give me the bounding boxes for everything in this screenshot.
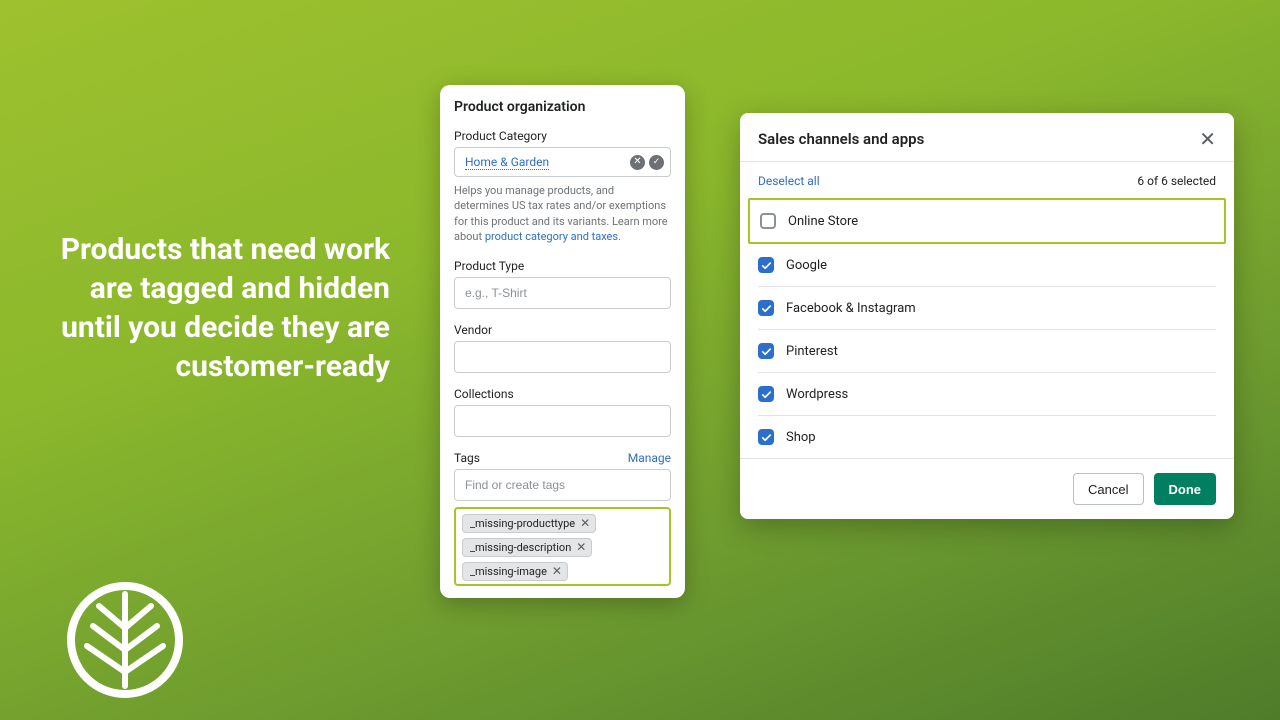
help-link[interactable]: product category and taxes <box>485 230 618 243</box>
checkbox-checked-icon[interactable] <box>758 257 774 273</box>
confirm-category-icon[interactable]: ✓ <box>649 155 664 170</box>
product-category-label: Product Category <box>454 129 671 143</box>
brand-logo-icon <box>65 580 185 700</box>
checkbox-checked-icon[interactable] <box>758 386 774 402</box>
modal-title: Sales channels and apps <box>758 130 924 148</box>
done-button[interactable]: Done <box>1154 473 1217 505</box>
channel-label: Pinterest <box>786 344 838 359</box>
channel-row[interactable]: Google <box>758 244 1216 287</box>
channel-label: Wordpress <box>786 387 848 402</box>
channel-row[interactable]: Facebook & Instagram <box>758 287 1216 330</box>
cancel-button[interactable]: Cancel <box>1073 473 1143 505</box>
category-help-text: Helps you manage products, and determine… <box>454 183 671 245</box>
selection-count: 6 of 6 selected <box>1137 174 1216 188</box>
vendor-label: Vendor <box>454 323 671 337</box>
tag-chip: _missing-image ✕ <box>462 562 568 581</box>
deselect-all-link[interactable]: Deselect all <box>758 174 820 188</box>
product-category-input[interactable]: Home & Garden ✕ ✓ <box>454 147 671 177</box>
checkbox-checked-icon[interactable] <box>758 429 774 445</box>
collections-input[interactable] <box>454 405 671 437</box>
product-type-input[interactable] <box>454 277 671 309</box>
clear-category-icon[interactable]: ✕ <box>630 155 645 170</box>
remove-tag-icon[interactable]: ✕ <box>552 565 562 577</box>
sales-channels-modal: Sales channels and apps ✕ Deselect all 6… <box>740 113 1234 519</box>
tag-chip: _missing-description ✕ <box>462 538 592 557</box>
marketing-slide: Products that need work are tagged and h… <box>0 0 1280 720</box>
checkbox-checked-icon[interactable] <box>758 343 774 359</box>
tag-label: _missing-producttype <box>470 517 575 530</box>
headline-text: Products that need work are tagged and h… <box>30 230 390 386</box>
tag-chip: _missing-producttype ✕ <box>462 514 596 533</box>
channel-row[interactable]: Wordpress <box>758 373 1216 416</box>
checkbox-empty-icon[interactable] <box>760 213 776 229</box>
channel-label: Google <box>786 258 827 273</box>
channel-label: Facebook & Instagram <box>786 301 916 316</box>
checkbox-checked-icon[interactable] <box>758 300 774 316</box>
tags-highlight-box: _missing-producttype✕_missing-descriptio… <box>454 507 671 586</box>
remove-tag-icon[interactable]: ✕ <box>576 541 586 553</box>
remove-tag-icon[interactable]: ✕ <box>580 517 590 529</box>
channel-label: Shop <box>786 430 816 445</box>
channel-row[interactable]: Shop <box>758 416 1216 458</box>
tags-label: Tags <box>454 451 480 465</box>
card-title: Product organization <box>454 99 671 115</box>
channel-label: Online Store <box>788 214 858 229</box>
channel-row[interactable]: Online Store <box>748 198 1226 244</box>
vendor-input[interactable] <box>454 341 671 373</box>
channel-row[interactable]: Pinterest <box>758 330 1216 373</box>
tag-label: _missing-description <box>470 541 571 554</box>
close-icon[interactable]: ✕ <box>1199 129 1216 149</box>
product-type-label: Product Type <box>454 259 671 273</box>
product-organization-card: Product organization Product Category Ho… <box>440 85 685 598</box>
collections-label: Collections <box>454 387 671 401</box>
product-category-link[interactable]: Home & Garden <box>465 155 549 170</box>
tags-input[interactable] <box>454 469 671 501</box>
tag-label: _missing-image <box>470 565 547 578</box>
manage-tags-link[interactable]: Manage <box>628 451 671 465</box>
channel-list: Online Store Google Facebook & Instagram Pi… <box>740 198 1234 458</box>
